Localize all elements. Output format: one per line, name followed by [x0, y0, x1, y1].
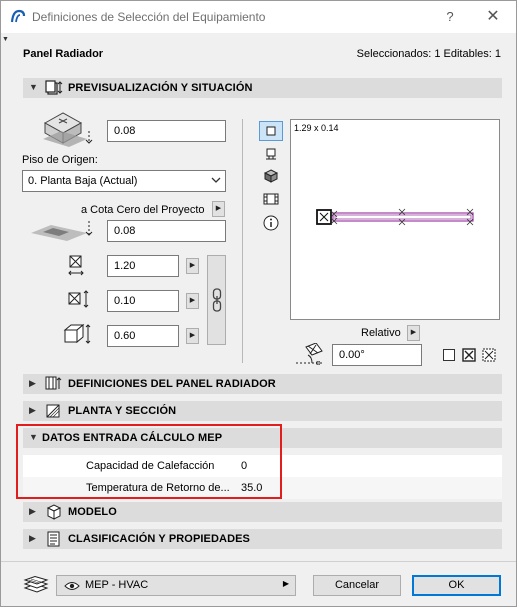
help-button[interactable]: ? — [439, 7, 461, 27]
section-preview-header[interactable]: ▼ PREVISUALIZACIÓN Y SITUACIÓN — [23, 78, 502, 98]
collapsed-arrow-icon: ▶ — [29, 405, 36, 415]
relative-label: Relativo — [361, 327, 401, 339]
width-menu-button[interactable]: ▶ — [186, 258, 199, 274]
preview-panel: 1.29 x 0.14 — [290, 119, 500, 320]
collapsed-arrow-icon: ▶ — [29, 378, 36, 388]
top-offset-icon — [43, 112, 93, 147]
element-name: Panel Radiador — [23, 48, 104, 60]
document-list-icon — [47, 531, 60, 547]
section-floorplan-header[interactable]: ▶ PLANTA Y SECCIÓN — [23, 401, 502, 421]
view-elevation-button[interactable] — [259, 189, 283, 209]
collapsed-arrow-icon: ▶ — [29, 506, 36, 516]
pin-icon: ▼ — [2, 36, 9, 43]
cancel-button[interactable]: Cancelar — [313, 575, 401, 596]
model-cube-icon — [46, 504, 62, 520]
archicad-logo-icon — [10, 9, 26, 23]
mirror-icon[interactable] — [462, 348, 476, 362]
close-button[interactable]: ✕ — [481, 7, 505, 27]
chevron-right-icon: ▶ — [282, 579, 289, 588]
section-model-header[interactable]: ▶ MODELO — [23, 502, 502, 522]
radiator-settings-icon — [45, 376, 62, 390]
section-radiator-header[interactable]: ▶ DEFINICIONES DEL PANEL RADIADOR — [23, 374, 502, 394]
reference-level-menu-button[interactable]: ▶ — [212, 201, 225, 217]
section-title: MODELO — [68, 506, 117, 518]
layers-icon — [23, 576, 49, 593]
chain-link-icon — [212, 288, 222, 312]
flip-none-checkbox[interactable] — [443, 349, 455, 361]
section-classification-header[interactable]: ▶ CLASIFICACIÓN Y PROPIEDADES — [23, 529, 502, 549]
width-icon — [68, 255, 84, 276]
home-story-value: 0. Planta Baja (Actual) — [28, 175, 138, 187]
depth-input[interactable]: 0.10 — [107, 290, 179, 312]
floor-plan-section-icon — [46, 404, 60, 418]
section-title: CLASIFICACIÓN Y PROPIEDADES — [68, 533, 250, 545]
elevation-icon — [31, 221, 93, 241]
divider — [1, 561, 516, 562]
info-icon — [263, 215, 279, 231]
reference-level-label: a Cota Cero del Proyecto — [81, 204, 205, 216]
radiator-plan-drawing — [316, 208, 474, 226]
dialog-window: Definiciones de Selección del Equipamien… — [0, 0, 517, 607]
top-offset-input[interactable]: 0.08 — [107, 120, 226, 142]
view-info-button[interactable] — [259, 213, 283, 233]
relative-menu-button[interactable]: ▶ — [407, 325, 420, 341]
height-icon — [63, 323, 91, 344]
view-side-button[interactable] — [259, 144, 283, 164]
chevron-down-icon — [211, 177, 221, 183]
film-icon — [263, 193, 279, 205]
selection-count: Seleccionados: 1 Editables: 1 — [356, 48, 501, 60]
depth-menu-button[interactable]: ▶ — [186, 293, 199, 309]
divider — [242, 119, 243, 363]
side-view-icon — [266, 148, 276, 160]
section-title: DEFINICIONES DEL PANEL RADIADOR — [68, 378, 276, 390]
collapsed-arrow-icon: ▶ — [29, 533, 36, 543]
link-proportions-button[interactable] — [207, 255, 226, 345]
svg-text:α: α — [316, 360, 320, 367]
square-icon — [266, 126, 276, 136]
window-title: Definiciones de Selección del Equipamien… — [32, 10, 266, 24]
height-menu-button[interactable]: ▶ — [186, 328, 199, 344]
mirror-dashed-icon[interactable] — [482, 348, 496, 362]
layer-dropdown[interactable]: MEP - HVAC ▶ — [56, 575, 296, 596]
eye-icon — [64, 582, 80, 590]
view-3d-button[interactable] — [259, 166, 283, 186]
section-title: PREVISUALIZACIÓN Y SITUACIÓN — [68, 82, 253, 94]
expanded-arrow-icon: ▼ — [29, 82, 38, 92]
view-floorplan-button[interactable] — [259, 121, 283, 141]
preview-position-icon — [45, 80, 63, 95]
cube-icon — [264, 169, 278, 183]
depth-icon — [68, 290, 89, 308]
rotation-angle-icon: α — [296, 343, 324, 367]
elevation-input[interactable]: 0.08 — [107, 220, 226, 242]
home-story-dropdown[interactable]: 0. Planta Baja (Actual) — [22, 170, 226, 192]
rotation-angle-input[interactable]: 0.00° — [332, 344, 422, 366]
preview-size-label: 1.29 x 0.14 — [294, 123, 339, 133]
height-input[interactable]: 0.60 — [107, 325, 179, 347]
section-title: PLANTA Y SECCIÓN — [68, 405, 177, 417]
ok-button[interactable]: OK — [412, 575, 501, 596]
width-input[interactable]: 1.20 — [107, 255, 179, 277]
red-highlight-frame — [16, 424, 282, 499]
layer-name: MEP - HVAC — [85, 579, 149, 591]
title-bar: Definiciones de Selección del Equipamien… — [1, 1, 516, 33]
home-story-label: Piso de Origen: — [22, 154, 98, 166]
